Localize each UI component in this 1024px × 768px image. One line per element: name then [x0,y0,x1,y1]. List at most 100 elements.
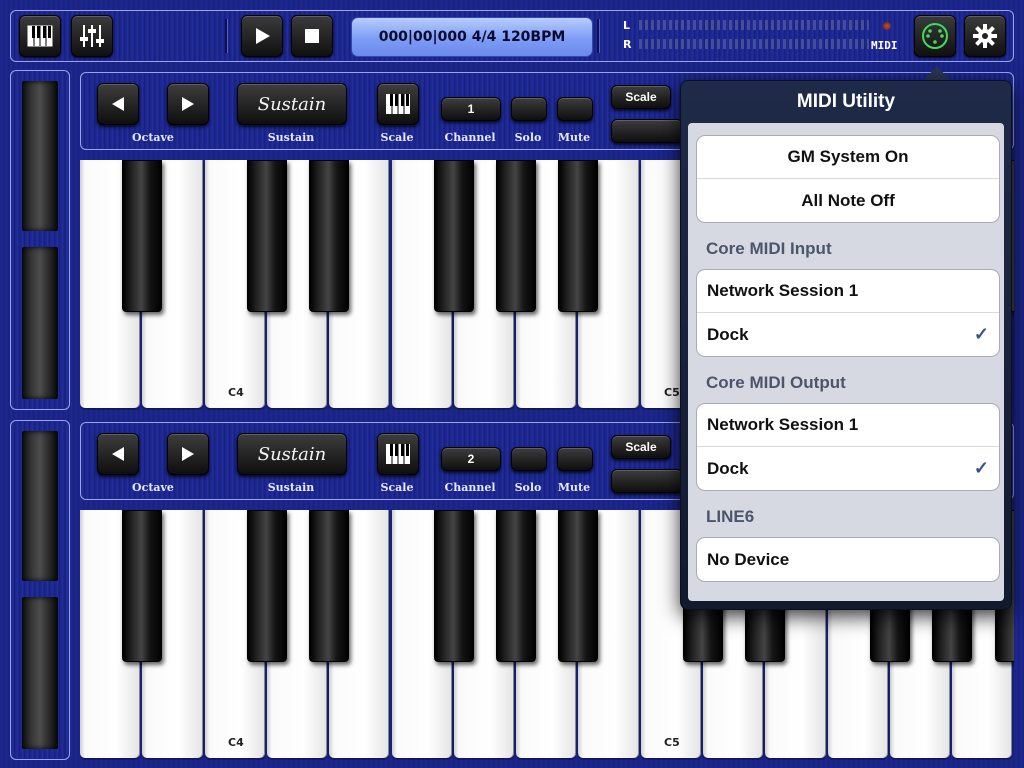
arrow-left-icon [112,97,124,111]
scale-keyboard-button[interactable] [377,83,419,125]
solo-label: Solo [514,131,542,144]
scale-label: Scale [380,481,414,494]
separator [225,19,228,53]
midi-connector-icon [922,23,948,49]
mixer-button[interactable] [71,15,113,57]
modulation-wheel[interactable] [22,597,58,749]
black-key[interactable] [246,160,287,312]
transport-display[interactable]: 000|00|000 4/4 120BPM [351,17,593,57]
settings-button[interactable] [964,15,1006,57]
play-icon [256,28,270,44]
output-item-dock[interactable]: Dock ✓ [697,447,999,490]
midi-label: MIDI [871,39,898,52]
popover-body: GM System On All Note Off Core MIDI Inpu… [688,123,1004,601]
solo-button[interactable] [511,447,547,471]
line6-item-label: No Device [707,549,790,569]
pitch-bend-wheel[interactable] [22,431,58,581]
octave-up-button[interactable] [167,433,209,475]
scale-selector[interactable] [611,119,683,143]
actions-group: GM System On All Note Off [696,135,1000,223]
sustain-label: Sustain [267,481,315,494]
mute-label: Mute [557,481,591,494]
mute-button[interactable] [557,447,593,471]
level-meter-right [639,39,869,49]
black-key[interactable] [309,160,350,312]
channel-label: Channel [444,131,496,144]
note-label-c4: C4 [228,736,244,749]
input-group: Network Session 1 Dock ✓ [696,269,1000,357]
line6-no-device-item[interactable]: No Device [697,538,999,581]
meter-left-label: L [623,19,631,32]
octave-label: Octave [132,481,174,494]
channel-value[interactable]: 1 [441,97,501,121]
note-label-c4: C4 [228,386,244,399]
piano-keys-icon [27,25,53,47]
input-section-header: Core MIDI Input [706,239,832,258]
checkmark-icon: ✓ [973,458,989,478]
scale-select-button[interactable]: Scale [611,435,671,459]
midi-utility-button[interactable] [914,15,956,57]
solo-label: Solo [514,481,542,494]
piano-keys-icon [386,94,410,114]
all-note-off-button[interactable]: All Note Off [697,179,999,222]
black-key[interactable] [496,510,537,662]
black-key[interactable] [122,510,163,662]
top-toolbar: 000|00|000 4/4 120BPM L R MIDI [10,10,1014,62]
black-key[interactable] [433,510,474,662]
play-button[interactable] [241,15,283,57]
arrow-right-icon [182,97,194,111]
piano-keys-icon [386,444,410,464]
output-section-header: Core MIDI Output [706,373,846,392]
sustain-button[interactable]: Sustain [237,433,347,475]
gear-icon [973,24,997,48]
level-meter-left [639,20,869,30]
upper-wheel-panel [10,70,70,410]
octave-label: Octave [132,131,174,144]
separator [597,19,600,53]
scale-selector[interactable] [611,469,683,493]
line6-group: No Device [696,537,1000,582]
octave-up-button[interactable] [167,83,209,125]
meter-right-label: R [623,38,632,51]
popover-arrow [923,66,951,81]
input-item-dock[interactable]: Dock ✓ [697,313,999,356]
sustain-label: Sustain [267,131,315,144]
black-key[interactable] [496,160,537,312]
output-item-label: Network Session 1 [707,415,859,434]
black-key[interactable] [558,510,599,662]
modulation-wheel[interactable] [22,247,58,399]
solo-button[interactable] [511,97,547,121]
stop-button[interactable] [291,15,333,57]
channel-value[interactable]: 2 [441,447,501,471]
input-item-label: Dock [707,324,749,344]
pitch-bend-wheel[interactable] [22,81,58,231]
note-label-c5: C5 [664,386,680,399]
sustain-button[interactable]: Sustain [237,83,347,125]
gm-system-on-button[interactable]: GM System On [697,136,999,179]
output-item-network-session[interactable]: Network Session 1 [697,404,999,447]
line6-section-header: LINE6 [706,507,755,526]
octave-down-button[interactable] [97,83,139,125]
popover-title: MIDI Utility [796,91,896,112]
note-label-c5: C5 [664,736,680,749]
octave-down-button[interactable] [97,433,139,475]
black-key[interactable] [433,160,474,312]
arrow-right-icon [182,447,194,461]
scale-label: Scale [380,131,414,144]
stop-icon [305,29,319,43]
midi-utility-popover: MIDI Utility GM System On All Note Off C… [680,80,1012,610]
scale-keyboard-button[interactable] [377,433,419,475]
black-key[interactable] [246,510,287,662]
input-item-network-session[interactable]: Network Session 1 [697,270,999,313]
black-key[interactable] [309,510,350,662]
channel-label: Channel [444,481,496,494]
input-item-label: Network Session 1 [707,281,859,300]
mute-button[interactable] [557,97,593,121]
lower-wheel-panel [10,420,70,760]
output-item-label: Dock [707,458,749,478]
black-key[interactable] [558,160,599,312]
scale-select-button[interactable]: Scale [611,85,671,109]
black-key[interactable] [122,160,163,312]
keyboard-view-button[interactable] [19,15,61,57]
sliders-icon [80,25,104,47]
